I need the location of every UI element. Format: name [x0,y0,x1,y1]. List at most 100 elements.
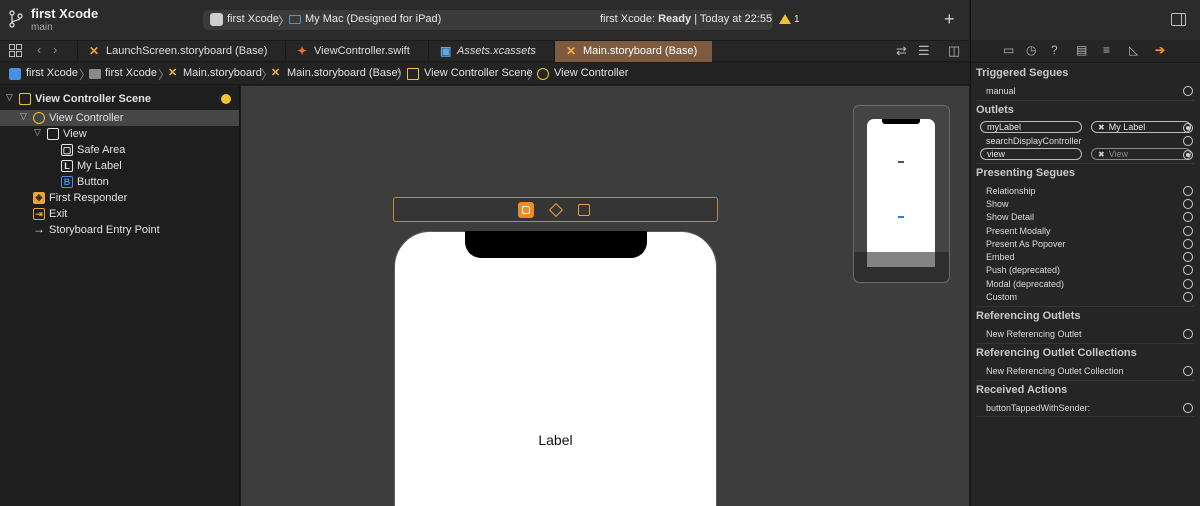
scheme-selector[interactable]: first Xcode [227,13,279,25]
disclosure-icon[interactable]: ▽ [6,92,13,103]
iphone-view-canvas[interactable]: Label [394,231,717,506]
connection-circle-icon[interactable] [1183,123,1193,133]
build-status: first Xcode: Ready | Today at 22:55 [600,13,772,25]
add-library-button[interactable]: + [944,9,955,29]
connection-circle-icon[interactable] [1183,329,1193,339]
folder-icon [89,69,101,79]
outline-label: Exit [49,208,68,220]
divider [976,163,1194,164]
outline-view-controller[interactable]: ▽ View Controller [0,110,239,126]
add-icon[interactable] [221,94,231,104]
swap-arrows-icon[interactable]: ⇄ [896,44,907,58]
tab-viewcontroller-swift[interactable]: ✦ ViewController.swift [285,41,419,62]
scheme-activity-bar[interactable]: first Xcode 〉 My Mac (Designed for iPad)… [203,10,773,30]
outlet-view-target[interactable]: ✖ View [1091,148,1191,160]
first-responder-dock-icon[interactable] [548,202,564,218]
minimap-label-mark [898,161,904,163]
first-responder-icon: ◈ [33,192,45,204]
divider [976,306,1194,307]
close-icon[interactable]: ✖ [1098,150,1105,159]
connection-circle-icon[interactable] [1183,86,1193,96]
connection-circle-icon[interactable] [1183,212,1193,222]
breadcrumb-storyboard[interactable]: Main.storyboard [183,67,262,79]
exit-dock-icon[interactable] [576,202,592,218]
mac-icon [289,15,301,24]
outline-scene[interactable]: ▽ View Controller Scene [0,91,239,107]
disclosure-icon[interactable]: ▽ [20,111,27,122]
segue-custom: Custom [986,292,1018,302]
storyboard-icon: ✕ [89,44,100,58]
breadcrumb-project[interactable]: first Xcode [26,67,78,79]
warning-icon[interactable] [779,14,791,24]
related-items-grid-icon[interactable] [9,44,22,57]
warning-count[interactable]: 1 [794,14,800,25]
navigate-back-icon[interactable]: ‹ [37,42,41,57]
outline-button[interactable]: B Button [0,174,239,190]
section-referencing-outlets: Referencing Outlets [976,310,1081,322]
canvas-minimap[interactable] [853,105,950,283]
source-control-branch-icon[interactable] [8,10,24,28]
canvas-label[interactable]: Label [395,432,716,448]
outline-my-label[interactable]: L My Label [0,158,239,174]
connection-circle-icon[interactable] [1183,403,1193,413]
close-icon[interactable]: ✖ [1098,123,1105,132]
branch-name[interactable]: main [31,22,53,33]
connection-circle-icon[interactable] [1183,136,1193,146]
outline-exit[interactable]: ⇥ Exit [0,206,239,222]
outline-view[interactable]: ▽ View [0,126,239,142]
target-label: View [1108,149,1129,159]
breadcrumb-group[interactable]: first Xcode [105,67,157,79]
run-destination-selector[interactable]: My Mac (Designed for iPad) [305,13,441,25]
split-editor-icon[interactable]: ◫ [948,44,960,58]
connection-circle-icon[interactable] [1183,252,1193,262]
outline-label: Storyboard Entry Point [49,224,160,236]
status-state: Ready [658,13,692,25]
breadcrumb-view-controller[interactable]: View Controller [554,67,628,79]
connection-circle-icon[interactable] [1183,292,1193,302]
section-outlets: Outlets [976,104,1014,116]
jump-bar: first Xcode 〉 first Xcode 〉 ✕ Main.story… [0,63,969,85]
tab-label: LaunchScreen.storyboard (Base) [106,45,268,57]
connection-circle-icon[interactable] [1183,150,1193,160]
outlet-mylabel-pill[interactable]: myLabel [980,121,1082,133]
action-button-tapped: buttonTappedWithSender: [986,403,1091,413]
outline-entry-point[interactable]: → Storyboard Entry Point [0,222,239,238]
connection-circle-icon[interactable] [1183,279,1193,289]
app-icon [210,13,223,26]
connection-circle-icon[interactable] [1183,239,1193,249]
tab-launchscreen[interactable]: ✕ LaunchScreen.storyboard (Base) [77,41,272,62]
project-icon [9,68,21,80]
connection-circle-icon[interactable] [1183,366,1193,376]
tab-assets[interactable]: ▣ Assets.xcassets [428,41,552,62]
editor-options-icon[interactable]: ☰ [918,44,930,58]
exit-icon: ⇥ [33,208,45,220]
tab-label: ViewController.swift [314,45,410,57]
breadcrumb-scene[interactable]: View Controller Scene [424,67,533,79]
scene-dock[interactable] [393,197,718,222]
outline-safe-area[interactable]: ▢ Safe Area [0,142,239,158]
connection-circle-icon[interactable] [1183,265,1193,275]
tab-main-storyboard[interactable]: ✕ Main.storyboard (Base) [554,41,712,62]
minimap-button-mark [898,216,904,218]
segue-embed: Embed [986,252,1015,262]
view-controller-dock-icon[interactable] [518,202,534,218]
title-bar: first Xcode main first Xcode 〉 My Mac (D… [0,0,969,40]
connection-manual: manual [986,86,1016,96]
outlet-view-pill[interactable]: view [980,148,1082,160]
navigate-forward-icon[interactable]: › [53,42,57,57]
scene-icon [407,68,419,80]
disclosure-icon[interactable]: ▽ [34,127,41,138]
connections-inspector: Triggered Segues manual Outlets myLabel … [970,0,1200,506]
view-controller-icon [33,112,45,124]
storyboard-icon: ✕ [168,67,178,79]
tab-label: Main.storyboard (Base) [583,45,698,57]
connection-circle-icon[interactable] [1183,186,1193,196]
outlet-mylabel-target[interactable]: ✖ My Label [1091,121,1191,133]
section-received-actions: Received Actions [976,384,1068,396]
connection-circle-icon[interactable] [1183,199,1193,209]
outline-first-responder[interactable]: ◈ First Responder [0,190,239,206]
storyboard-canvas[interactable]: Label [241,86,969,506]
connection-circle-icon[interactable] [1183,226,1193,236]
project-name[interactable]: first Xcode [31,6,98,21]
breadcrumb-storyboard-base[interactable]: Main.storyboard (Base) [287,67,401,79]
